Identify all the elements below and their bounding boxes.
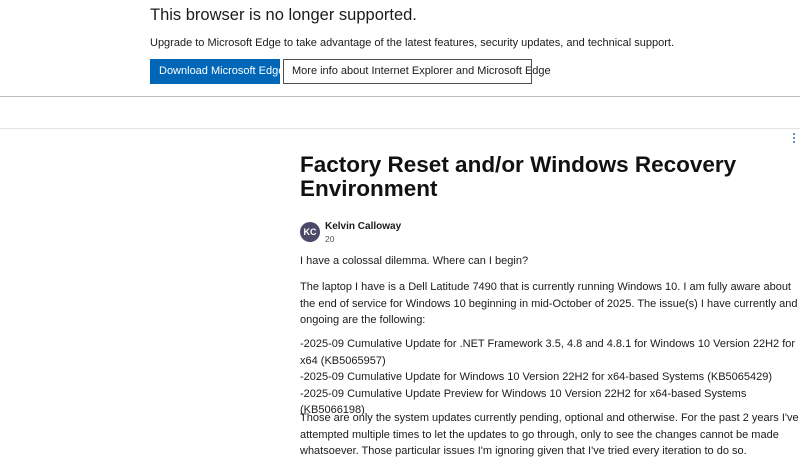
more-info-button[interactable]: More info about Internet Explorer and Mi… <box>283 59 551 84</box>
download-edge-button[interactable]: Download Microsoft Edge <box>150 59 284 84</box>
post-paragraph: Those are only the system updates curren… <box>300 412 799 457</box>
update-line: -2025-09 Cumulative Update for .NET Fram… <box>300 338 796 367</box>
unsupported-browser-banner: This browser is no longer supported. Upg… <box>0 0 800 97</box>
avatar[interactable]: KC <box>300 222 320 242</box>
page-title: Factory Reset and/or Windows Recovery En… <box>300 152 737 201</box>
author-name[interactable]: Kelvin Calloway <box>325 221 401 232</box>
post-paragraph: I have a colossal dilemma. Where can I b… <box>300 255 529 267</box>
banner-text: Upgrade to Microsoft Edge to take advant… <box>150 37 675 49</box>
update-list: -2025-09 Cumulative Update for .NET Fram… <box>300 336 800 419</box>
update-line: -2025-09 Cumulative Update for Windows 1… <box>300 371 773 383</box>
author-reputation: 20 <box>325 234 335 244</box>
header-separator <box>0 128 800 129</box>
more-options-icon[interactable] <box>793 133 797 143</box>
post-paragraph: The laptop I have is a Dell Latitude 749… <box>300 281 798 326</box>
banner-title: This browser is no longer supported. <box>150 6 417 24</box>
